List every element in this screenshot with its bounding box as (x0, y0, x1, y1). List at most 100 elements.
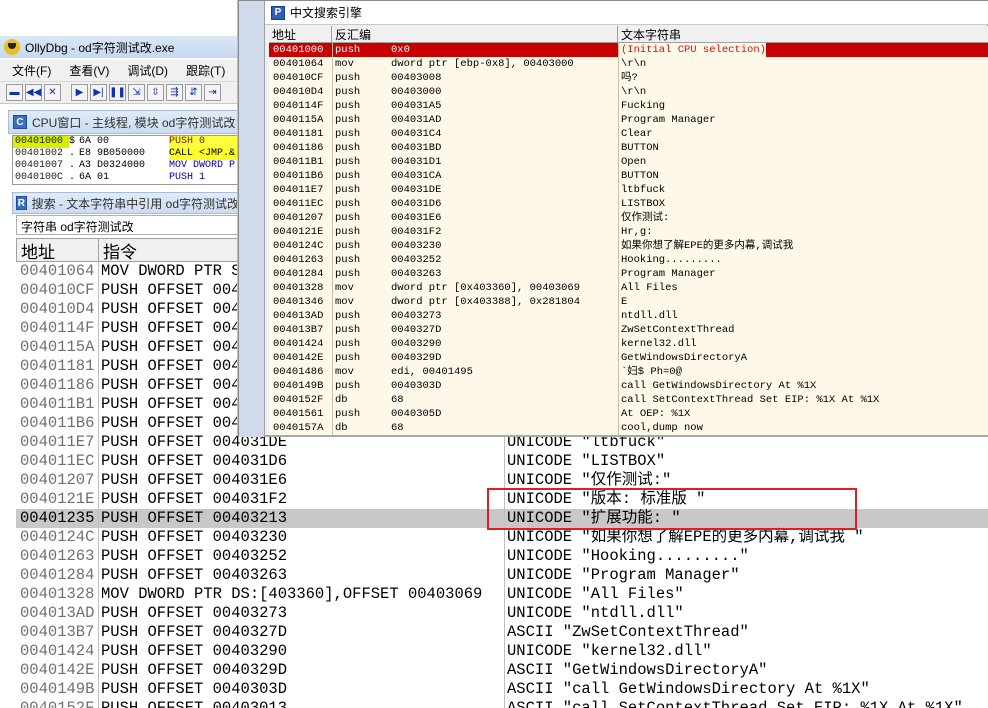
column-header-address[interactable]: 地址 (17, 239, 99, 262)
result-row[interactable]: 004013B7 PUSH OFFSET 0040327D ASCII "ZwSet… (16, 623, 988, 642)
ollydbg-menubar: 文件(F) 查看(V) 调试(D) 跟踪(T) 插 (0, 60, 255, 82)
cn-address: 00401263 (273, 254, 324, 266)
cn-result-row[interactable]: 0040142E push 0040329D GetWindowsDirectoryA (269, 351, 988, 365)
result-row[interactable]: 0040152F PUSH OFFSET 00403013 ASCII "call … (16, 699, 988, 708)
cn-result-row[interactable]: 00401486 mov edi, 00401495 `妇$ Ph=0@ (269, 365, 988, 379)
result-instruction: MOV DWORD PTR DS:[403360],OFFSET 0040306… (101, 585, 483, 603)
menu-trace[interactable]: 跟踪(T) (174, 62, 231, 79)
result-address: 0040124C (20, 528, 95, 546)
execute-till-icon[interactable]: ⇥ (204, 84, 221, 101)
cn-column-text-string[interactable]: 文本字符串 (618, 26, 988, 42)
cn-result-row[interactable]: 00401424 push 00403290 kernel32.dll (269, 337, 988, 351)
result-row[interactable]: 00401284 PUSH OFFSET 00403263 UNICODE "Pro… (16, 566, 988, 585)
result-row[interactable]: 00401424 PUSH OFFSET 00403290 UNICODE "ker… (16, 642, 988, 661)
cn-opcode: push (335, 226, 361, 238)
cpu-hex-bytes: E8 9B050000 (79, 148, 146, 159)
trace-into-icon[interactable]: ⇶ (166, 84, 183, 101)
search-tab-strings[interactable]: 字符串 od字符测试改 (16, 215, 240, 235)
chinese-search-results[interactable]: 00401000 push 0x0 (Initial CPU selection) 00… (269, 43, 988, 435)
cn-result-row[interactable]: 00401284 push 00403263 Program Manager (269, 267, 988, 281)
cn-result-row[interactable]: 004011EC push 004031D6 LISTBOX (269, 197, 988, 211)
cn-address: 00401064 (273, 58, 324, 70)
step-over-icon[interactable]: ⇳ (147, 84, 164, 101)
cpu-row[interactable]: 0040100C. 6A 01 PUSH 1 (13, 172, 239, 184)
cn-text-string: LISTBOX (621, 198, 666, 210)
cn-column-disassembly[interactable]: 反汇编 (332, 26, 618, 42)
cn-result-row[interactable]: 004011B1 push 004031D1 Open (269, 155, 988, 169)
result-row[interactable]: 0040121E PUSH OFFSET 004031F2 UNICODE "版本:… (16, 490, 988, 509)
cn-operand: 0040303D (391, 380, 442, 392)
cn-opcode: push (335, 212, 361, 224)
step-icon[interactable]: ▶| (90, 84, 107, 101)
column-header-instruction[interactable]: 指令 (99, 238, 137, 263)
menu-debug[interactable]: 调试(D) (115, 62, 174, 79)
cn-opcode: push (335, 100, 361, 112)
cn-result-row[interactable]: 004011B6 push 004031CA BUTTON (269, 169, 988, 183)
cn-opcode: mov (335, 296, 354, 308)
menu-view[interactable]: 查看(V) (57, 62, 115, 79)
cpu-row[interactable]: 00401007. A3 D0324000 MOV DWORD P (13, 160, 239, 172)
cn-opcode: push (335, 86, 361, 98)
result-row[interactable]: 00401235 PUSH OFFSET 00403213 UNICODE "扩展功… (16, 509, 988, 528)
cn-result-row[interactable]: 0040121E push 004031F2 Hr,g: (269, 225, 988, 239)
cn-text-string: BUTTON (621, 170, 659, 182)
open-icon[interactable]: ▬ (6, 84, 23, 101)
cn-result-row[interactable]: 00401181 push 004031C4 Clear (269, 127, 988, 141)
cn-address: 0040157A (273, 422, 324, 434)
trace-over-icon[interactable]: ⇵ (185, 84, 202, 101)
result-row[interactable]: 0040142E PUSH OFFSET 0040329D ASCII "GetWi… (16, 661, 988, 680)
close-icon[interactable]: ✕ (44, 84, 61, 101)
cn-result-row[interactable]: 0040157A db 68 cool,dump now (269, 421, 988, 435)
search-window-titlebar[interactable]: R 搜索 - 文本字符串中引用 od字符测试改 (12, 192, 240, 214)
result-row[interactable]: 004013AD PUSH OFFSET 00403273 UNICODE "ntd… (16, 604, 988, 623)
cn-result-row[interactable]: 00401346 mov dword ptr [0x403388], 0x28180… (269, 295, 988, 309)
result-row[interactable]: 004011EC PUSH OFFSET 004031D6 UNICODE "LIS… (16, 452, 988, 471)
cpu-marker: . (69, 148, 76, 159)
result-row[interactable]: 00401263 PUSH OFFSET 00403252 UNICODE "Hoo… (16, 547, 988, 566)
cpu-disassembly-pane[interactable]: 00401000 $6A 00 PUSH 0 00401002. E8 9B050000… (12, 135, 240, 185)
result-address: 00401064 (20, 262, 95, 280)
result-instruction: PUSH OFFSET 00403230 (101, 528, 288, 546)
cn-opcode: push (335, 324, 361, 336)
cn-result-row[interactable]: 00401000 push 0x0 (Initial CPU selection) (269, 43, 988, 57)
cn-result-row[interactable]: 00401328 mov dword ptr [0x403360], 0040306… (269, 281, 988, 295)
cn-result-row[interactable]: 004010CF push 00403008 吗? (269, 71, 988, 85)
menu-file[interactable]: 文件(F) (0, 62, 57, 79)
search-window-title: 搜索 - 文本字符串中引用 od字符测试改 (31, 196, 239, 211)
cn-result-row[interactable]: 00401263 push 00403252 Hooking......... (269, 253, 988, 267)
cn-result-row[interactable]: 004013AD push 00403273 ntdll.dll (269, 309, 988, 323)
cn-result-row[interactable]: 0040115A push 004031AD Program Manager (269, 113, 988, 127)
cn-address: 004011E7 (273, 184, 324, 196)
rewind-icon[interactable]: ◀◀ (25, 84, 42, 101)
cn-operand: 00403230 (391, 240, 442, 252)
cn-result-row[interactable]: 004010D4 push 00403000 \r\n (269, 85, 988, 99)
cn-result-row[interactable]: 004011E7 push 004031DE ltbfuck (269, 183, 988, 197)
result-address: 004010D4 (20, 300, 95, 318)
cpu-address: 00401007 (15, 160, 64, 171)
cn-result-row[interactable]: 00401561 push 0040305D At OEP: %1X (269, 407, 988, 421)
result-row[interactable]: 00401328 MOV DWORD PTR DS:[403360],OFFSET… (16, 585, 988, 604)
cn-result-row[interactable]: 00401064 mov dword ptr [ebp-0x8], 00403000… (269, 57, 988, 71)
cn-result-row[interactable]: 0040152F db 68 call SetContextThread Set EI… (269, 393, 988, 407)
cpu-window-titlebar[interactable]: C CPU窗口 - 主线程, 模块 od字符测试改 (8, 110, 240, 134)
cn-result-row[interactable]: 0040124C push 00403230 如果你想了解EPE的更多内幕,调试我 (269, 239, 988, 253)
cn-result-row[interactable]: 00401207 push 004031E6 仅作测试: (269, 211, 988, 225)
ollydbg-titlebar[interactable]: OllyDbg - od字符测试改.exe (0, 36, 240, 58)
result-instruction: PUSH OFFSET 0040327D (101, 623, 288, 641)
result-text: ASCII "call SetContextThread Set EIP: %1… (507, 699, 963, 708)
result-row[interactable]: 00401207 PUSH OFFSET 004031E6 UNICODE "仅作测… (16, 471, 988, 490)
result-row[interactable]: 0040124C PUSH OFFSET 00403230 UNICODE "如果你… (16, 528, 988, 547)
cn-result-row[interactable]: 0040149B push 0040303D call GetWindowsDirec… (269, 379, 988, 393)
cn-column-address[interactable]: 地址 (269, 26, 332, 42)
cpu-address: 00401000 (13, 136, 69, 148)
run-icon[interactable]: ▶ (71, 84, 88, 101)
cn-result-row[interactable]: 00401186 push 004031BD BUTTON (269, 141, 988, 155)
cn-result-row[interactable]: 004013B7 push 0040327D ZwSetContextThread (269, 323, 988, 337)
chinese-search-titlebar[interactable]: P 中文搜索引擎 (265, 1, 988, 25)
result-row[interactable]: 0040149B PUSH OFFSET 0040303D ASCII "call … (16, 680, 988, 699)
cn-result-row[interactable]: 0040114F push 004031A5 Fucking (269, 99, 988, 113)
step-into-icon[interactable]: ⇲ (128, 84, 145, 101)
pause-icon[interactable]: ❚❚ (109, 84, 126, 101)
cpu-row[interactable]: 00401002. E8 9B050000 CALL <JMP.& (13, 148, 239, 160)
cpu-row[interactable]: 00401000 $6A 00 PUSH 0 (13, 136, 239, 148)
